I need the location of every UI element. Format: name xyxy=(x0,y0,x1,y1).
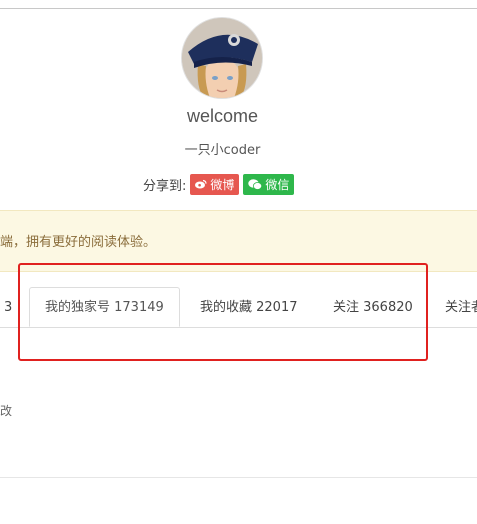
share-weibo-button[interactable]: 微博 xyxy=(190,173,240,195)
share-label: 分享到: xyxy=(143,178,187,194)
tab-my-exclusive[interactable]: 我的独家号 173149 xyxy=(29,287,180,327)
profile-subtitle: 一只小coder xyxy=(184,143,261,158)
share-wechat-button[interactable]: 微信 xyxy=(243,173,295,195)
tab-following[interactable]: 关注 366820 xyxy=(333,289,413,327)
wechat-icon xyxy=(248,178,263,190)
tab-my-favorites[interactable]: 我的收藏 22017 xyxy=(200,289,298,327)
notice-banner: 端，拥有更好的阅读体验。 xyxy=(0,210,477,272)
avatar-image xyxy=(182,18,262,98)
share-wechat-label: 微信 xyxy=(265,177,290,192)
top-divider xyxy=(0,8,477,9)
bottom-divider xyxy=(0,477,477,478)
profile-name: welcome xyxy=(186,106,259,126)
share-weibo-label: 微博 xyxy=(210,177,235,192)
share-row: 分享到: 微博 微信 xyxy=(143,173,298,195)
notice-text: 端，拥有更好的阅读体验。 xyxy=(0,235,157,250)
tab-partial-left[interactable]: 3 xyxy=(4,289,12,327)
avatar[interactable] xyxy=(182,18,262,98)
weibo-icon xyxy=(195,179,207,189)
tab-followers[interactable]: 关注者 xyxy=(445,289,477,327)
content-fragment: 改 xyxy=(0,404,13,418)
